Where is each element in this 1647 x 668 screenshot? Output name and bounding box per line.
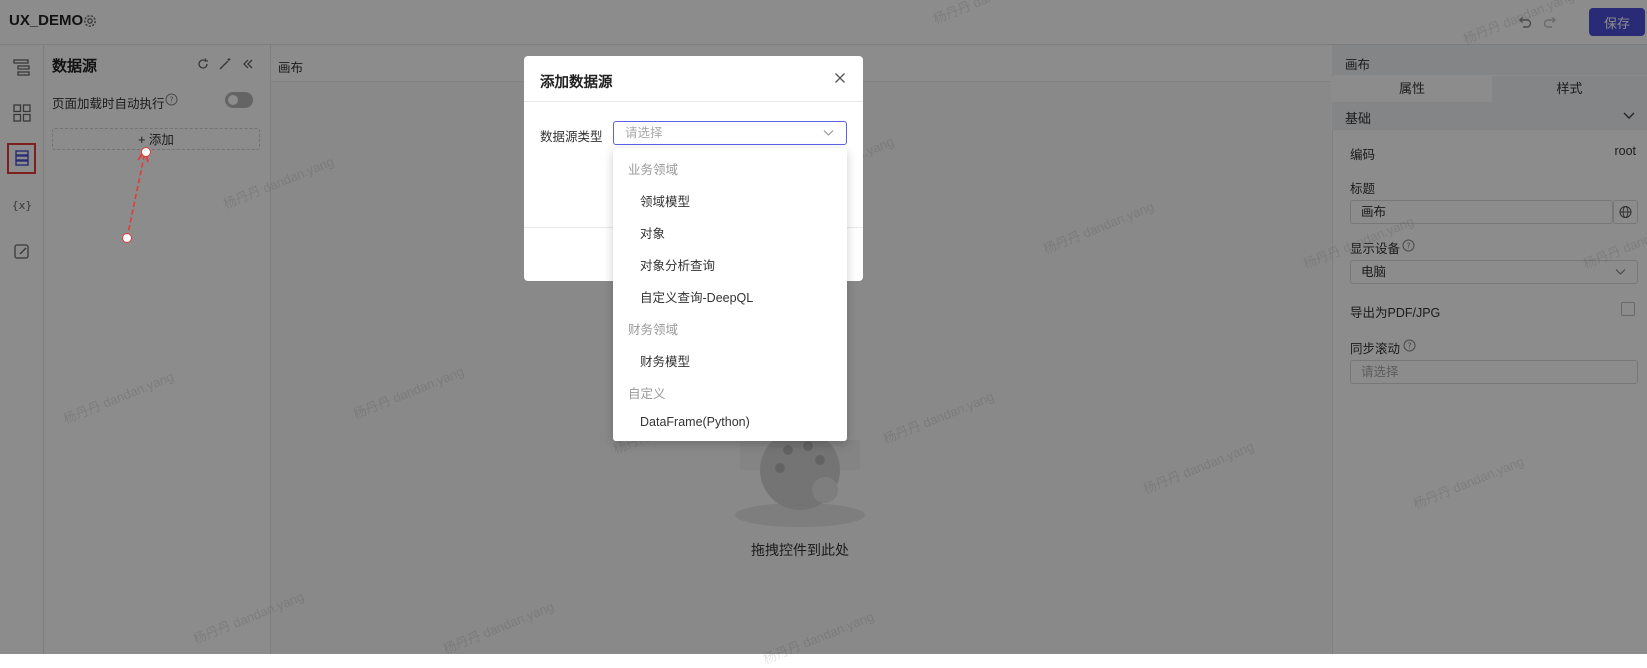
datasource-type-label: 数据源类型 bbox=[540, 130, 603, 144]
dropdown-option[interactable]: 领域模型 bbox=[640, 191, 690, 210]
modal-divider bbox=[524, 101, 863, 102]
chevron-down-icon bbox=[823, 130, 834, 136]
dropdown-group-custom: 自定义 bbox=[628, 387, 666, 401]
modal-title: 添加数据源 bbox=[540, 75, 613, 91]
dropdown-group-business: 业务领域 bbox=[628, 163, 679, 177]
dropdown-option[interactable]: 自定义查询-DeepQL bbox=[640, 287, 753, 306]
dropdown-group-finance: 财务领域 bbox=[628, 323, 679, 337]
dropdown-option[interactable]: 对象分析查询 bbox=[640, 255, 715, 274]
dropdown-option[interactable]: DataFrame(Python) bbox=[640, 415, 750, 429]
datasource-type-select[interactable]: 请选择 bbox=[613, 121, 847, 145]
close-icon[interactable] bbox=[834, 72, 846, 84]
dropdown-option[interactable]: 对象 bbox=[640, 223, 665, 242]
dropdown-option[interactable]: 财务模型 bbox=[640, 351, 690, 370]
annotation-arrow bbox=[122, 147, 151, 243]
